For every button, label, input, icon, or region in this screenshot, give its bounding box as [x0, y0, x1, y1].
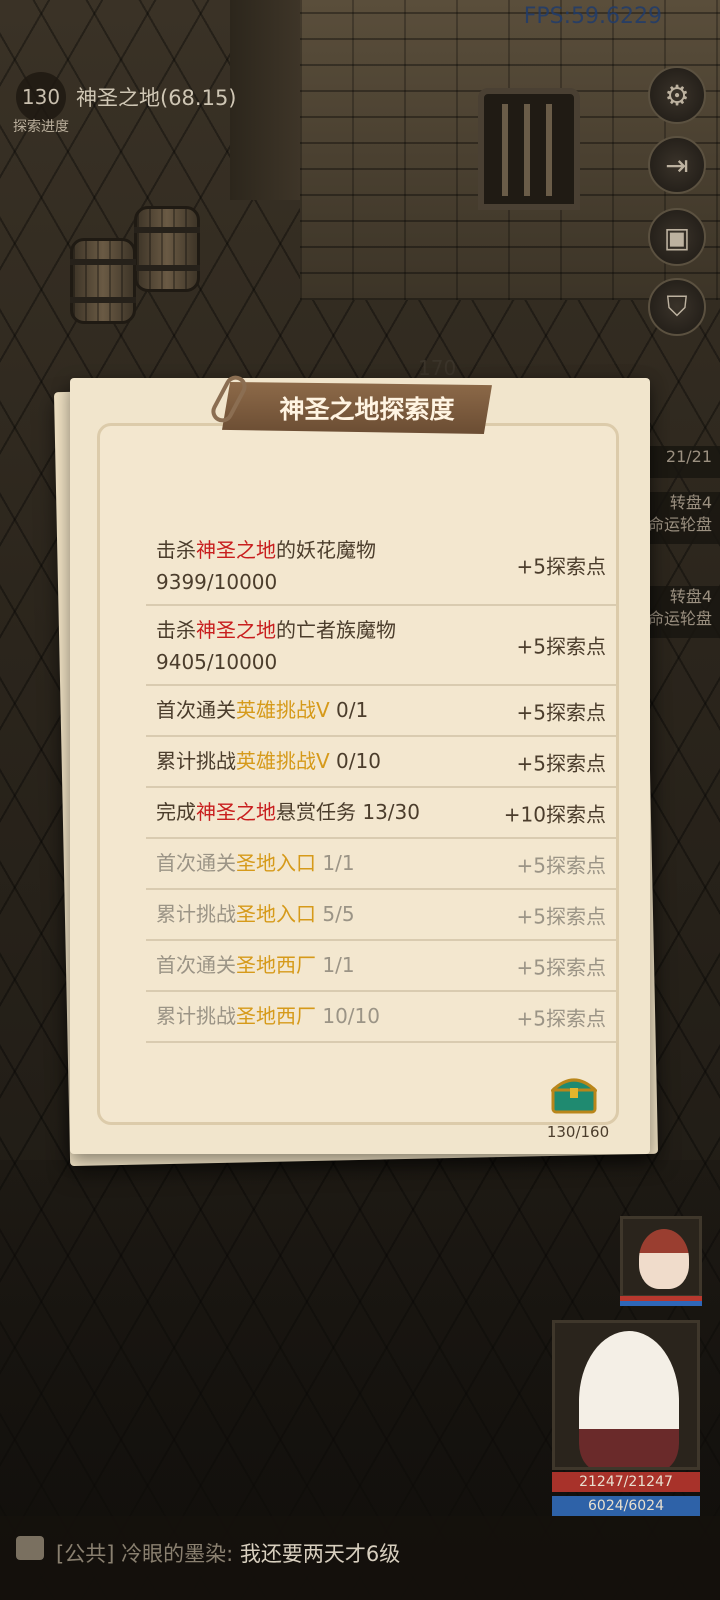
objective-reward: +5探索点: [516, 955, 606, 979]
objective-reward: +5探索点: [516, 554, 606, 579]
objective-fragment: 首次通关: [156, 953, 236, 977]
objective-highlight: 圣地入口: [236, 851, 316, 875]
area-name: 神圣之地(68.15): [76, 86, 237, 110]
objective-fragment: 首次通关: [156, 698, 236, 722]
shield-icon: ⛉: [666, 290, 688, 323]
chat-channel: [公共]: [56, 1542, 115, 1566]
objective-highlight: 神圣之地: [196, 618, 276, 642]
area-badge[interactable]: 130 神圣之地(68.15): [16, 72, 237, 122]
objective-row: 累计挑战圣地西厂 10/10 +5探索点: [146, 992, 616, 1043]
barred-window: [478, 88, 580, 210]
objective-highlight: 圣地西厂: [236, 953, 316, 977]
objective-fragment: 累计挑战: [156, 1004, 236, 1028]
objective-fragment: 击杀: [156, 618, 196, 642]
objective-row: 累计挑战英雄挑战Ⅴ 0/10 +5探索点: [146, 737, 616, 788]
objective-row: 首次通关英雄挑战Ⅴ 0/1 +5探索点: [146, 686, 616, 737]
objective-row: 首次通关圣地入口 1/1 +5探索点: [146, 839, 616, 890]
objective-row: 累计挑战圣地入口 5/5 +5探索点: [146, 890, 616, 941]
objective-highlight: 英雄挑战Ⅴ: [236, 749, 330, 773]
exploration-points-total: 130/160: [546, 1123, 610, 1141]
objective-row: 首次通关圣地西厂 1/1 +5探索点: [146, 941, 616, 992]
objective-fragment: 完成: [156, 800, 196, 824]
objective-fragment: 首次通关: [156, 851, 236, 875]
chest-icon: ▣: [663, 220, 691, 254]
mp-bar: 6024/6024: [552, 1496, 700, 1516]
side-counter: 21/21: [648, 446, 720, 478]
objective-highlight: 神圣之地: [196, 538, 276, 562]
objective-highlight: 神圣之地: [196, 800, 276, 824]
party-member-portrait[interactable]: [620, 1216, 702, 1298]
objective-row: 完成神圣之地悬赏任务 13/30 +10探索点: [146, 788, 616, 839]
side-quest-item[interactable]: 转盘4 命运轮盘: [648, 492, 720, 544]
objective-fragment: 累计挑战: [156, 902, 236, 926]
objective-reward: +5探索点: [516, 904, 606, 928]
chat-username: 冷眼的墨染:: [121, 1542, 234, 1566]
area-level: 130: [16, 72, 66, 122]
objective-fragment: 击杀: [156, 538, 196, 562]
exit-icon: ⇥: [665, 148, 689, 182]
enemy-level-label: 170: [418, 356, 457, 380]
objective-fragment: 的亡者族魔物: [276, 618, 396, 642]
objective-fragment: 1/1: [316, 851, 355, 875]
settings-button[interactable]: ⚙: [648, 66, 706, 124]
hp-bar: 21247/21247: [552, 1472, 700, 1492]
fps-counter: FPS:59.6229: [523, 4, 662, 29]
dungeon-wall-side: [230, 0, 300, 200]
objective-reward: +5探索点: [516, 853, 606, 877]
objective-fragment: 0/1: [329, 698, 369, 722]
objective-fragment: 悬赏任务 13/30: [276, 800, 420, 824]
objective-fragment: 5/5: [316, 902, 355, 926]
objective-fragment: 0/10: [329, 749, 381, 773]
objective-highlight: 英雄挑战Ⅴ: [236, 698, 330, 722]
objective-fragment: 10/10: [316, 1004, 380, 1028]
party-member-bars: [620, 1296, 702, 1306]
avatar: [579, 1331, 679, 1467]
chat-text: 我还要两天才6级: [239, 1542, 401, 1566]
objective-highlight: 圣地入口: [236, 902, 316, 926]
treasure-chest-icon[interactable]: [551, 1074, 597, 1114]
dialog-inner-frame: 击杀神圣之地的妖花魔物 9399/10000 +5探索点 击杀神圣之地的亡者族魔物 94…: [97, 423, 619, 1141]
objective-fragment: 1/1: [316, 953, 355, 977]
chat-bubble-icon: [16, 1536, 44, 1560]
objective-reward: +5探索点: [516, 751, 606, 775]
objective-reward: +5探索点: [516, 1006, 606, 1030]
avatar: [639, 1229, 689, 1289]
barrel: [70, 238, 136, 324]
objective-highlight: 圣地西厂: [236, 1004, 316, 1028]
gear-icon: ⚙: [664, 78, 690, 112]
main-hero-portrait[interactable]: [552, 1320, 700, 1470]
side-quest-item[interactable]: 转盘4 命运轮盘: [648, 586, 720, 638]
area-progress-label: 探索进度: [13, 119, 69, 135]
shield-button[interactable]: ⛉: [648, 278, 706, 336]
objective-row: 击杀神圣之地的妖花魔物 9399/10000 +5探索点: [146, 526, 616, 606]
objective-reward: +5探索点: [516, 634, 606, 659]
chat-bar[interactable]: [公共] 冷眼的墨染: 我还要两天才6级: [0, 1516, 720, 1600]
dialog-title: 神圣之地探索度: [222, 382, 492, 434]
objective-fragment: 的妖花魔物: [276, 538, 376, 562]
objective-row: 击杀神圣之地的亡者族魔物 9405/10000 +5探索点: [146, 606, 616, 686]
objective-fragment: 累计挑战: [156, 749, 236, 773]
chat-message: [公共] 冷眼的墨染: 我还要两天才6级: [56, 1538, 400, 1568]
objective-reward: +10探索点: [503, 802, 606, 826]
chest-button[interactable]: ▣: [648, 208, 706, 266]
exit-button[interactable]: ⇥: [648, 136, 706, 194]
exploration-dialog: 击杀神圣之地的妖花魔物 9399/10000 +5探索点 击杀神圣之地的亡者族魔物 94…: [70, 371, 650, 1154]
barrel: [134, 206, 200, 292]
objective-list: 击杀神圣之地的妖花魔物 9399/10000 +5探索点 击杀神圣之地的亡者族魔物 94…: [146, 526, 616, 1043]
objective-reward: +5探索点: [516, 700, 606, 724]
